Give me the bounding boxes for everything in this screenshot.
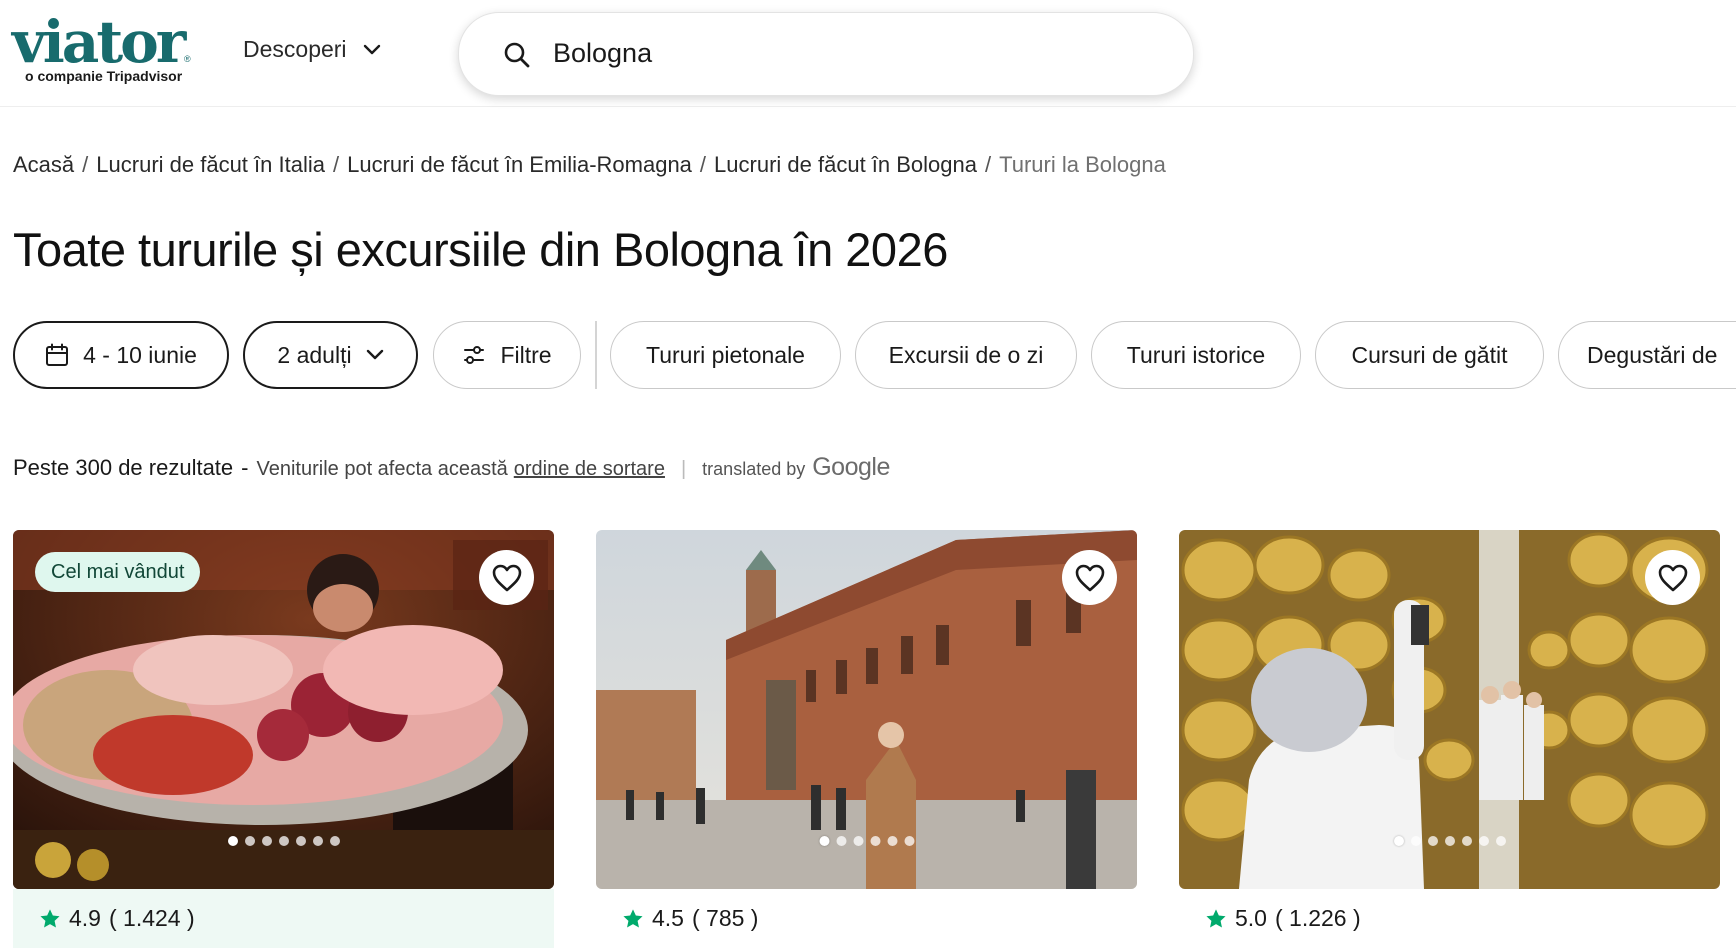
sort-order-link[interactable]: ordine de sortare (514, 458, 665, 481)
carousel-dot[interactable] (1461, 836, 1472, 846)
carousel-dot[interactable] (819, 836, 829, 846)
rating-value: 4.9 (69, 905, 101, 931)
calendar-icon (46, 343, 69, 366)
breadcrumb-separator: / (82, 152, 89, 177)
category-chip-tastings[interactable]: Degustări de (1558, 321, 1736, 389)
wishlist-button[interactable] (1645, 550, 1700, 605)
translated-by-label: translated by (702, 459, 806, 479)
travelers-filter-label: 2 adulți (277, 341, 352, 368)
search-bar[interactable] (458, 12, 1194, 96)
filters-button[interactable]: Filtre (433, 321, 581, 389)
carousel-dot[interactable] (1495, 836, 1506, 846)
rating-value: 4.5 (652, 905, 684, 931)
image-carousel-dots[interactable] (227, 836, 340, 846)
date-filter-button[interactable]: 4 - 10 iunie (13, 321, 229, 389)
category-chip-label: Tururi pietonale (646, 341, 805, 368)
product-rating: 4.9 ( 1.424 ) (13, 889, 554, 948)
results-divider: | (680, 458, 687, 480)
image-carousel-dots[interactable] (819, 836, 914, 846)
carousel-dot[interactable] (870, 836, 880, 846)
breadcrumb: Acasă / Lucruri de făcut în Italia / Lucruri… (13, 152, 1166, 178)
viator-logo[interactable]: viator ® o companie Tripadvisor (12, 8, 191, 84)
review-count: ( 1.424 ) (108, 905, 195, 931)
sliders-icon (464, 346, 485, 364)
results-dash: - (241, 455, 249, 480)
google-logo: Google (812, 453, 890, 481)
carousel-dot[interactable] (853, 836, 863, 846)
breadcrumb-bologna[interactable]: Lucruri de făcut în Bologna (714, 152, 977, 177)
top-header: viator ® o companie Tripadvisor Descoper… (0, 0, 1736, 107)
product-rating: 5.0 ( 1.226 ) (1179, 889, 1720, 948)
carousel-dot[interactable] (312, 836, 323, 846)
wishlist-button[interactable] (479, 550, 534, 605)
search-icon (504, 42, 530, 68)
category-chip-day-trips[interactable]: Excursii de o zi (855, 321, 1077, 389)
breadcrumb-separator: / (699, 152, 707, 177)
carousel-dot[interactable] (1410, 836, 1421, 846)
category-chip-label: Tururi istorice (1126, 341, 1266, 368)
carousel-dot[interactable] (329, 836, 340, 846)
product-card[interactable]: 5.0 ( 1.226 ) (1179, 530, 1720, 948)
star-icon (40, 908, 60, 928)
carousel-dot[interactable] (278, 836, 289, 846)
star-icon (623, 908, 643, 928)
results-count: Peste 300 de rezultate (13, 455, 234, 480)
breadcrumb-current: Tururi la Bologna (999, 152, 1166, 177)
chevron-down-icon (363, 44, 380, 54)
product-image[interactable] (596, 530, 1137, 889)
category-chip-cooking-classes[interactable]: Cursuri de gătit (1315, 321, 1544, 389)
results-summary: Peste 300 de rezultate - Veniturile pot … (13, 453, 890, 482)
heart-icon (492, 564, 521, 591)
heart-icon (1075, 564, 1104, 591)
discover-label: Descoperi (243, 36, 347, 62)
carousel-dot[interactable] (227, 836, 238, 846)
breadcrumb-separator: / (332, 152, 340, 177)
breadcrumb-separator: / (985, 152, 992, 177)
carousel-dot[interactable] (1478, 836, 1489, 846)
review-count: ( 1.226 ) (1274, 905, 1361, 931)
rating-value: 5.0 (1235, 905, 1267, 931)
sort-disclaimer: Veniturile pot afecta această (256, 458, 508, 480)
logo-tagline: o companie Tripadvisor (25, 68, 183, 84)
bestseller-badge: Cel mai vândut (35, 552, 201, 592)
date-filter-label: 4 - 10 iunie (83, 341, 197, 368)
image-carousel-dots[interactable] (1393, 836, 1506, 846)
chevron-down-icon (366, 349, 383, 360)
carousel-dot[interactable] (244, 836, 255, 846)
page-title: Toate tururile și excursiile din Bologna… (13, 223, 948, 276)
logo-registered-mark: ® (184, 54, 191, 64)
product-rating: 4.5 ( 785 ) (596, 889, 1137, 948)
filters-label: Filtre (500, 341, 552, 368)
category-chip-label: Cursuri de gătit (1351, 341, 1508, 368)
logo-wordmark: viator (12, 8, 186, 76)
star-icon (1206, 908, 1226, 928)
discover-menu[interactable]: Descoperi (243, 36, 381, 63)
carousel-dot[interactable] (1427, 836, 1438, 846)
product-image[interactable] (1179, 530, 1720, 889)
carousel-dot[interactable] (295, 836, 306, 846)
product-card[interactable]: 4.5 ( 785 ) (596, 530, 1137, 948)
product-card[interactable]: Cel mai vândut 4.9 ( 1.424 ) (13, 530, 554, 948)
carousel-dot[interactable] (887, 836, 897, 846)
search-input[interactable] (553, 35, 1153, 71)
filter-divider (595, 321, 597, 389)
category-chip-label: Degustări de (1587, 341, 1718, 368)
carousel-dot[interactable] (1393, 836, 1404, 846)
wishlist-button[interactable] (1062, 550, 1117, 605)
breadcrumb-italy[interactable]: Lucruri de făcut în Italia (96, 152, 325, 177)
breadcrumb-emilia-romagna[interactable]: Lucruri de făcut în Emilia-Romagna (347, 152, 692, 177)
carousel-dot[interactable] (1444, 836, 1455, 846)
carousel-dot[interactable] (836, 836, 846, 846)
carousel-dot[interactable] (904, 836, 914, 846)
category-chip-label: Excursii de o zi (888, 341, 1044, 368)
product-image[interactable]: Cel mai vândut (13, 530, 554, 889)
travelers-filter-button[interactable]: 2 adulți (243, 321, 418, 389)
breadcrumb-home[interactable]: Acasă (13, 152, 74, 177)
carousel-dot[interactable] (261, 836, 272, 846)
review-count: ( 785 ) (691, 905, 759, 931)
category-chip-history-tours[interactable]: Tururi istorice (1091, 321, 1301, 389)
heart-icon (1658, 564, 1687, 591)
category-chip-walking-tours[interactable]: Tururi pietonale (610, 321, 841, 389)
